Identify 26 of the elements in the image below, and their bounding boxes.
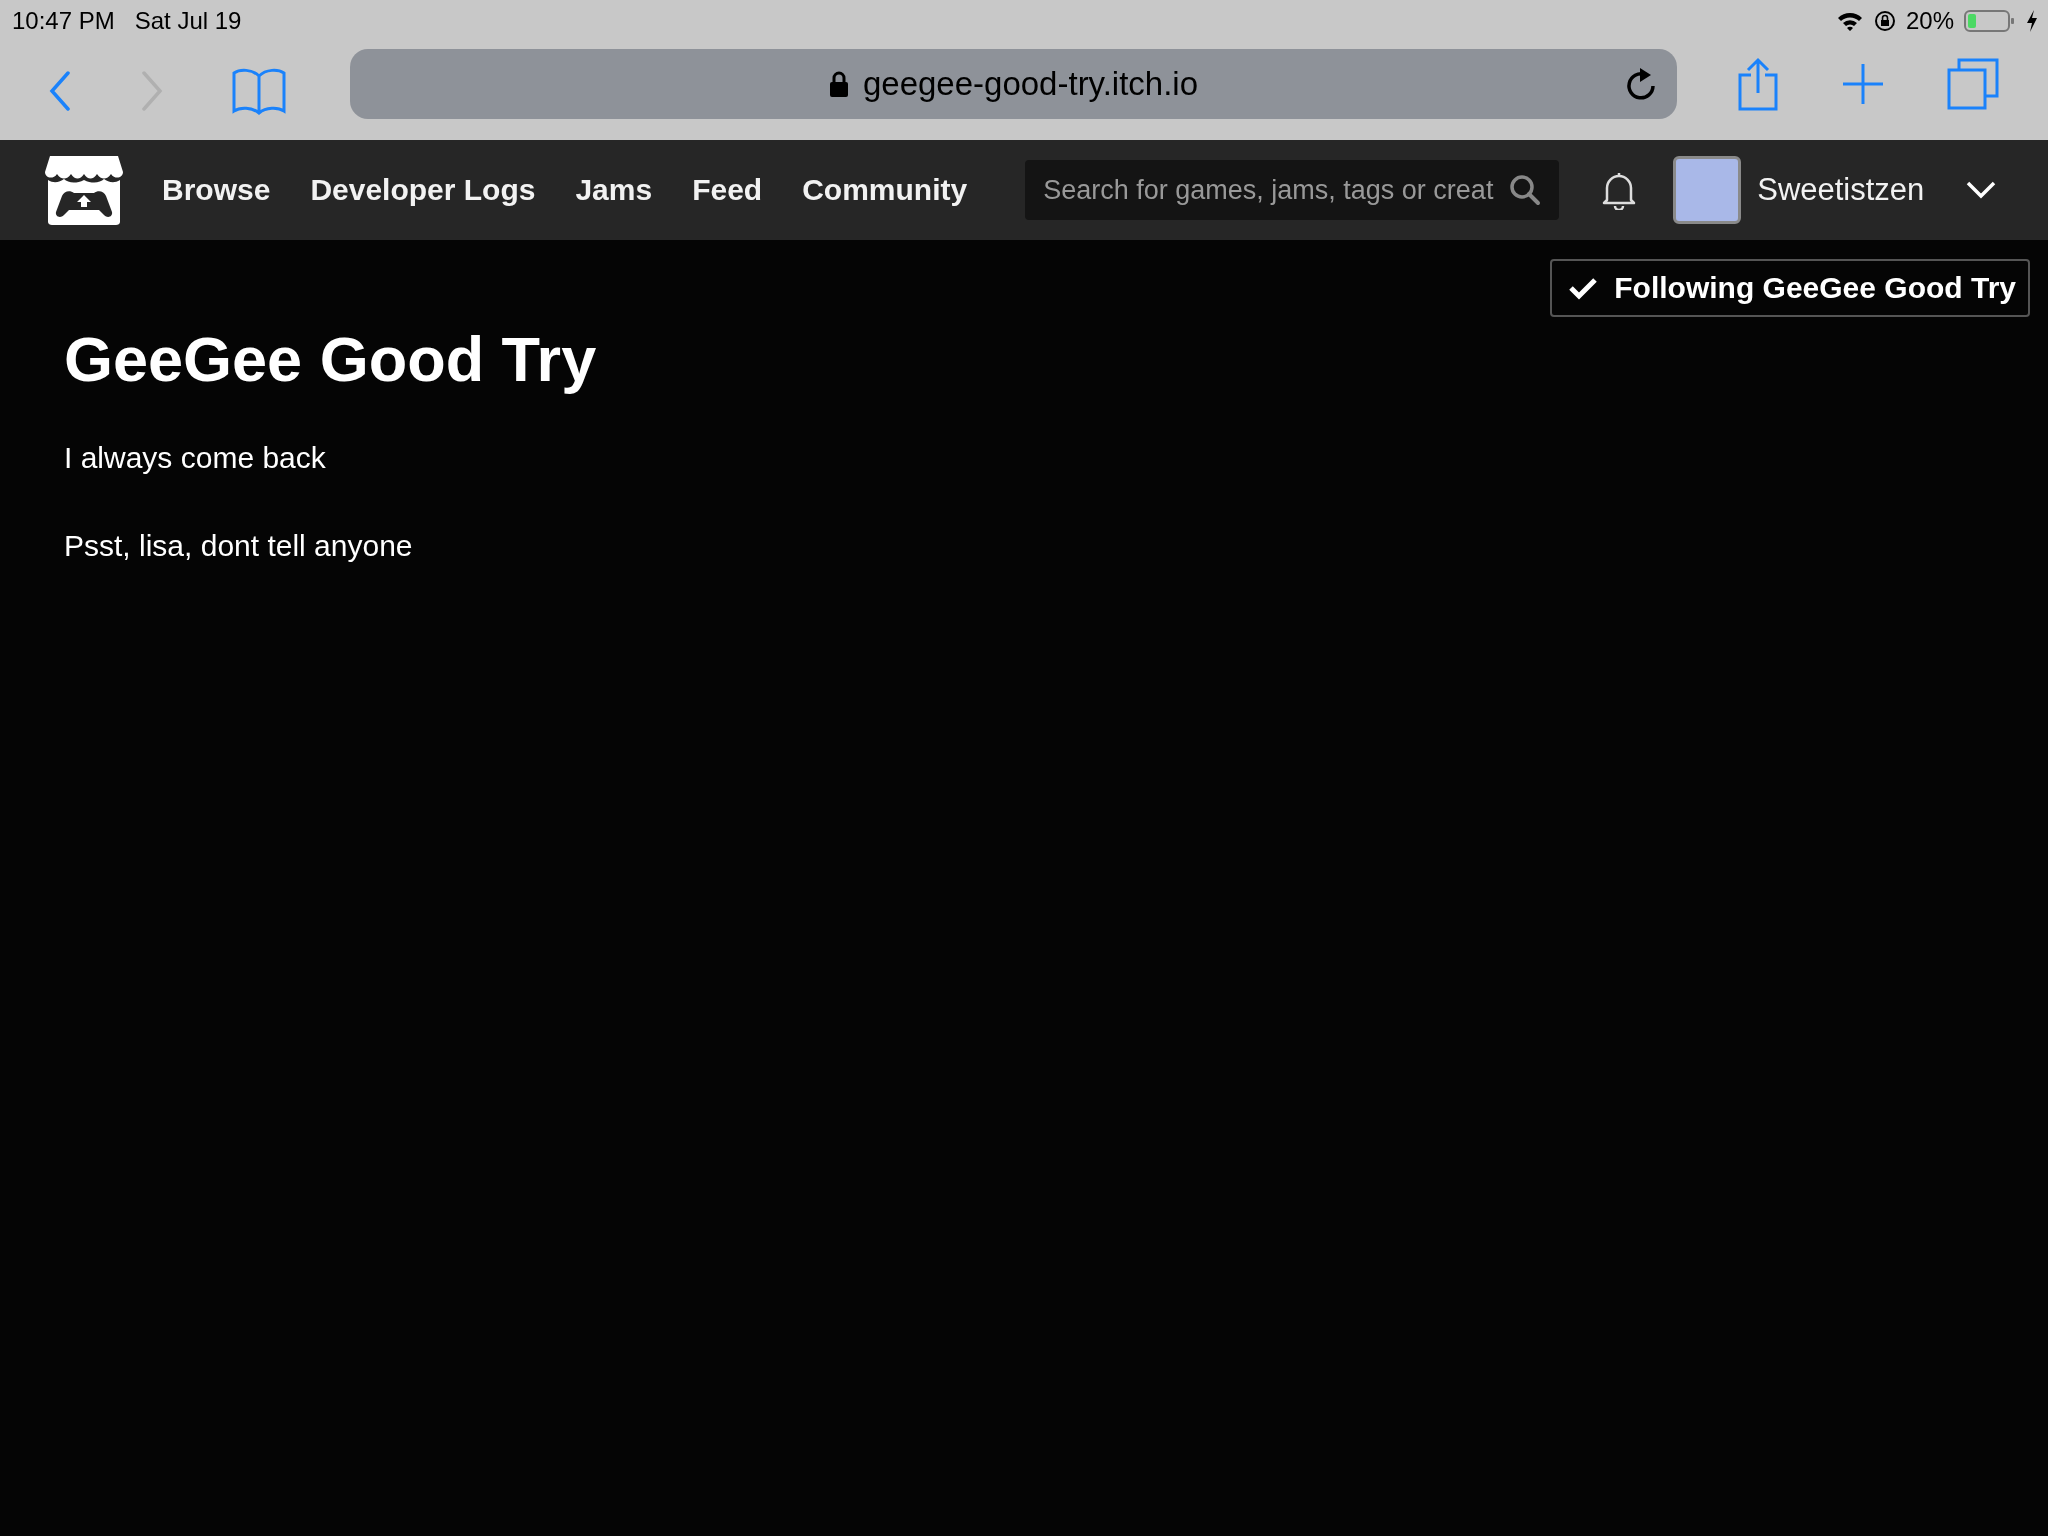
status-date: Sat Jul 19 bbox=[134, 7, 242, 35]
nav-link[interactable]: Feed bbox=[692, 173, 763, 207]
nav-link[interactable]: Jams bbox=[575, 173, 653, 207]
bell-icon[interactable] bbox=[1601, 170, 1638, 210]
address-bar[interactable]: geegee-good-try.itch.io bbox=[350, 49, 1677, 119]
follow-button[interactable]: Following GeeGee Good Try bbox=[1550, 259, 2030, 317]
page-title: GeeGee Good Try bbox=[64, 323, 598, 395]
battery-percent: 20% bbox=[1905, 7, 1954, 35]
lock-icon bbox=[828, 70, 849, 98]
itch-logo-icon[interactable] bbox=[44, 154, 124, 226]
search-field[interactable]: Search for games, jams, tags or creat bbox=[1025, 160, 1560, 220]
body-text: Psst, lisa, dont tell anyone bbox=[64, 529, 414, 563]
nav-link[interactable]: Community bbox=[802, 173, 968, 207]
chevron-down-icon[interactable] bbox=[1966, 181, 1997, 199]
status-time: 10:47 PM bbox=[12, 7, 115, 35]
search-icon[interactable] bbox=[1509, 174, 1542, 206]
charging-bolt-icon bbox=[2026, 10, 2038, 32]
nav-link[interactable]: Browse bbox=[162, 173, 271, 207]
url-text: geegee-good-try.itch.io bbox=[862, 65, 1199, 103]
battery-icon bbox=[1964, 9, 2016, 33]
avatar-image[interactable] bbox=[1673, 156, 1742, 224]
rotation-lock-icon bbox=[1873, 10, 1896, 32]
username[interactable]: Sweetistzen bbox=[1757, 172, 1925, 208]
nav-link[interactable]: Developer Logs bbox=[310, 173, 536, 207]
body-text: I always come back bbox=[64, 441, 327, 475]
checkmark-icon bbox=[1568, 276, 1599, 300]
